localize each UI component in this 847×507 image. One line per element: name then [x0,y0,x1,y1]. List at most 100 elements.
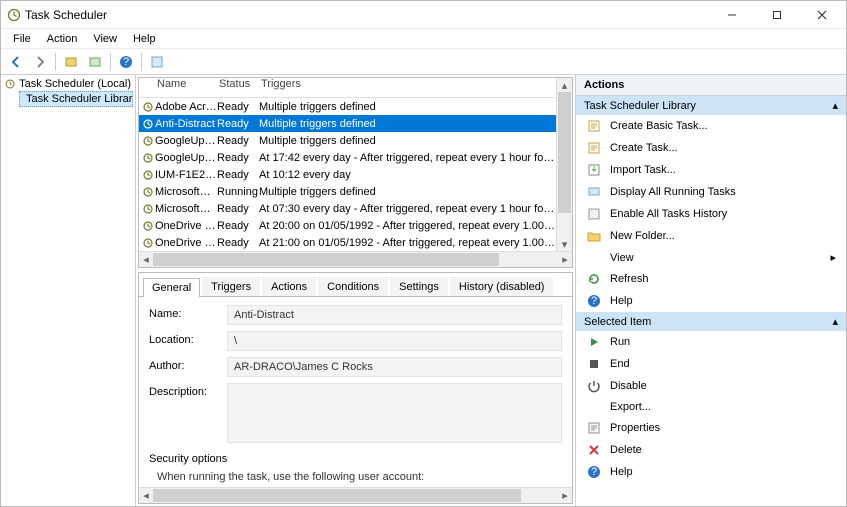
tree-root[interactable]: Task Scheduler (Local) [3,77,133,91]
task-name: GoogleUpda... [155,135,217,147]
scroll-left-icon[interactable]: ◂ [139,488,153,503]
action-new-folder[interactable]: New Folder... [576,225,846,247]
task-triggers: Multiple triggers defined [259,101,556,113]
task-row[interactable]: OneDrive Sta... Ready At 21:00 on 01/05/… [139,234,556,251]
description-label: Description: [149,383,219,398]
nav-forward-button[interactable] [29,51,51,73]
tab-history[interactable]: History (disabled) [450,277,554,296]
task-list-panel: Name Status Triggers Adobe Acrob... Read… [138,77,573,268]
toolbar-action1-button[interactable] [60,51,82,73]
task-status-icon [141,170,155,180]
scroll-right-icon[interactable]: ▸ [558,252,572,267]
task-name: Adobe Acrob... [155,101,217,113]
action-import-task[interactable]: Import Task... [576,159,846,181]
menu-view[interactable]: View [85,31,125,47]
window-title: Task Scheduler [25,8,107,22]
toolbar-action3-button[interactable] [146,51,168,73]
actions-pane: Actions Task Scheduler Library▴ Create B… [576,75,846,506]
tab-conditions[interactable]: Conditions [318,277,388,296]
scroll-left-icon[interactable]: ◂ [139,252,153,267]
tab-general[interactable]: General [143,278,200,297]
action-create-task[interactable]: Create Task... [576,137,846,159]
menu-action[interactable]: Action [39,31,86,47]
location-field: \ [227,331,562,351]
toolbar-action2-button[interactable] [84,51,106,73]
action-view[interactable]: View▸ [576,247,846,268]
menu-help[interactable]: Help [125,31,164,47]
author-field: AR-DRACO\James C Rocks [227,357,562,377]
col-header-triggers[interactable]: Triggers [261,78,556,97]
svg-text:?: ? [591,466,597,478]
scroll-right-icon[interactable]: ▸ [558,488,572,503]
task-scheduler-window: Task Scheduler File Action View Help ? T… [0,0,847,507]
details-panel: General Triggers Actions Conditions Sett… [138,272,573,504]
task-triggers: At 20:00 on 01/05/1992 - After triggered… [259,220,556,232]
action-label: End [610,358,630,370]
close-button[interactable] [799,1,844,29]
chevron-up-icon: ▴ [832,315,838,328]
action-label: Delete [610,444,642,456]
actions-section-selected[interactable]: Selected Item▴ [576,312,846,331]
vscroll-thumb[interactable] [558,92,571,213]
action-label: Display All Running Tasks [610,186,736,198]
task-row[interactable]: Adobe Acrob... Ready Multiple triggers d… [139,98,556,115]
col-header-status[interactable]: Status [219,78,261,97]
task-name: OneDrive Sta... [155,237,217,249]
history-icon [586,207,602,221]
action-help[interactable]: ?Help [576,290,846,312]
col-header-name[interactable]: Name [157,78,219,97]
tab-actions[interactable]: Actions [262,277,316,296]
nav-back-button[interactable] [5,51,27,73]
menu-bar: File Action View Help [1,29,846,49]
action-end[interactable]: End [576,353,846,375]
task-row[interactable]: IUM-F1E24C... Ready At 10:12 every day [139,166,556,183]
task-row[interactable]: GoogleUpda... Ready At 17:42 every day -… [139,149,556,166]
import-icon [586,163,602,177]
action-properties[interactable]: Properties [576,417,846,439]
task-icon [586,141,602,155]
action-help[interactable]: ?Help [576,461,846,483]
tab-settings[interactable]: Settings [390,277,448,296]
task-triggers: Multiple triggers defined [259,135,556,147]
maximize-button[interactable] [754,1,799,29]
action-display-all-running-tasks[interactable]: Display All Running Tasks [576,181,846,203]
action-disable[interactable]: Disable [576,375,846,397]
task-status-icon [141,187,155,197]
refresh-icon [586,272,602,286]
task-row[interactable]: GoogleUpda... Ready Multiple triggers de… [139,132,556,149]
action-enable-all-tasks-history[interactable]: Enable All Tasks History [576,203,846,225]
menu-file[interactable]: File [5,31,39,47]
tree-child-library[interactable]: Task Scheduler Library [19,91,133,107]
section-library-label: Task Scheduler Library [584,100,696,112]
help-icon: ? [586,465,602,479]
task-name: IUM-F1E24C... [155,169,217,181]
action-run[interactable]: Run [576,331,846,353]
task-triggers: Multiple triggers defined [259,118,556,130]
task-name: MicrosoftEd... [155,186,217,198]
action-label: Create Basic Task... [610,120,708,132]
tab-triggers[interactable]: Triggers [202,277,260,296]
scroll-up-icon[interactable]: ▴ [557,78,572,92]
action-create-basic-task[interactable]: Create Basic Task... [576,115,846,137]
hscroll-thumb[interactable] [153,489,521,502]
tab-general-body: Name:Anti-Distract Location:\ Author:AR-… [139,297,572,487]
details-hscroll[interactable]: ◂ ▸ [139,487,572,503]
svg-text:?: ? [591,295,597,307]
action-label: Enable All Tasks History [610,208,727,220]
actions-section-library[interactable]: Task Scheduler Library▴ [576,96,846,115]
task-row[interactable]: Anti-Distract Ready Multiple triggers de… [139,115,556,132]
task-row[interactable]: OneDrive Sta... Ready At 20:00 on 01/05/… [139,217,556,234]
hscroll-thumb[interactable] [153,253,499,266]
svg-text:?: ? [123,56,129,68]
action-export[interactable]: Export... [576,397,846,417]
task-list-hscroll[interactable]: ◂ ▸ [139,251,572,267]
task-row[interactable]: MicrosoftEd... Ready At 07:30 every day … [139,200,556,217]
action-delete[interactable]: Delete [576,439,846,461]
scroll-down-icon[interactable]: ▾ [557,237,572,251]
help-toolbar-button[interactable]: ? [115,51,137,73]
action-refresh[interactable]: Refresh [576,268,846,290]
task-row[interactable]: MicrosoftEd... Running Multiple triggers… [139,183,556,200]
task-list-vscroll[interactable]: ▴ ▾ [556,78,572,251]
task-status: Running [217,186,259,198]
minimize-button[interactable] [709,1,754,29]
